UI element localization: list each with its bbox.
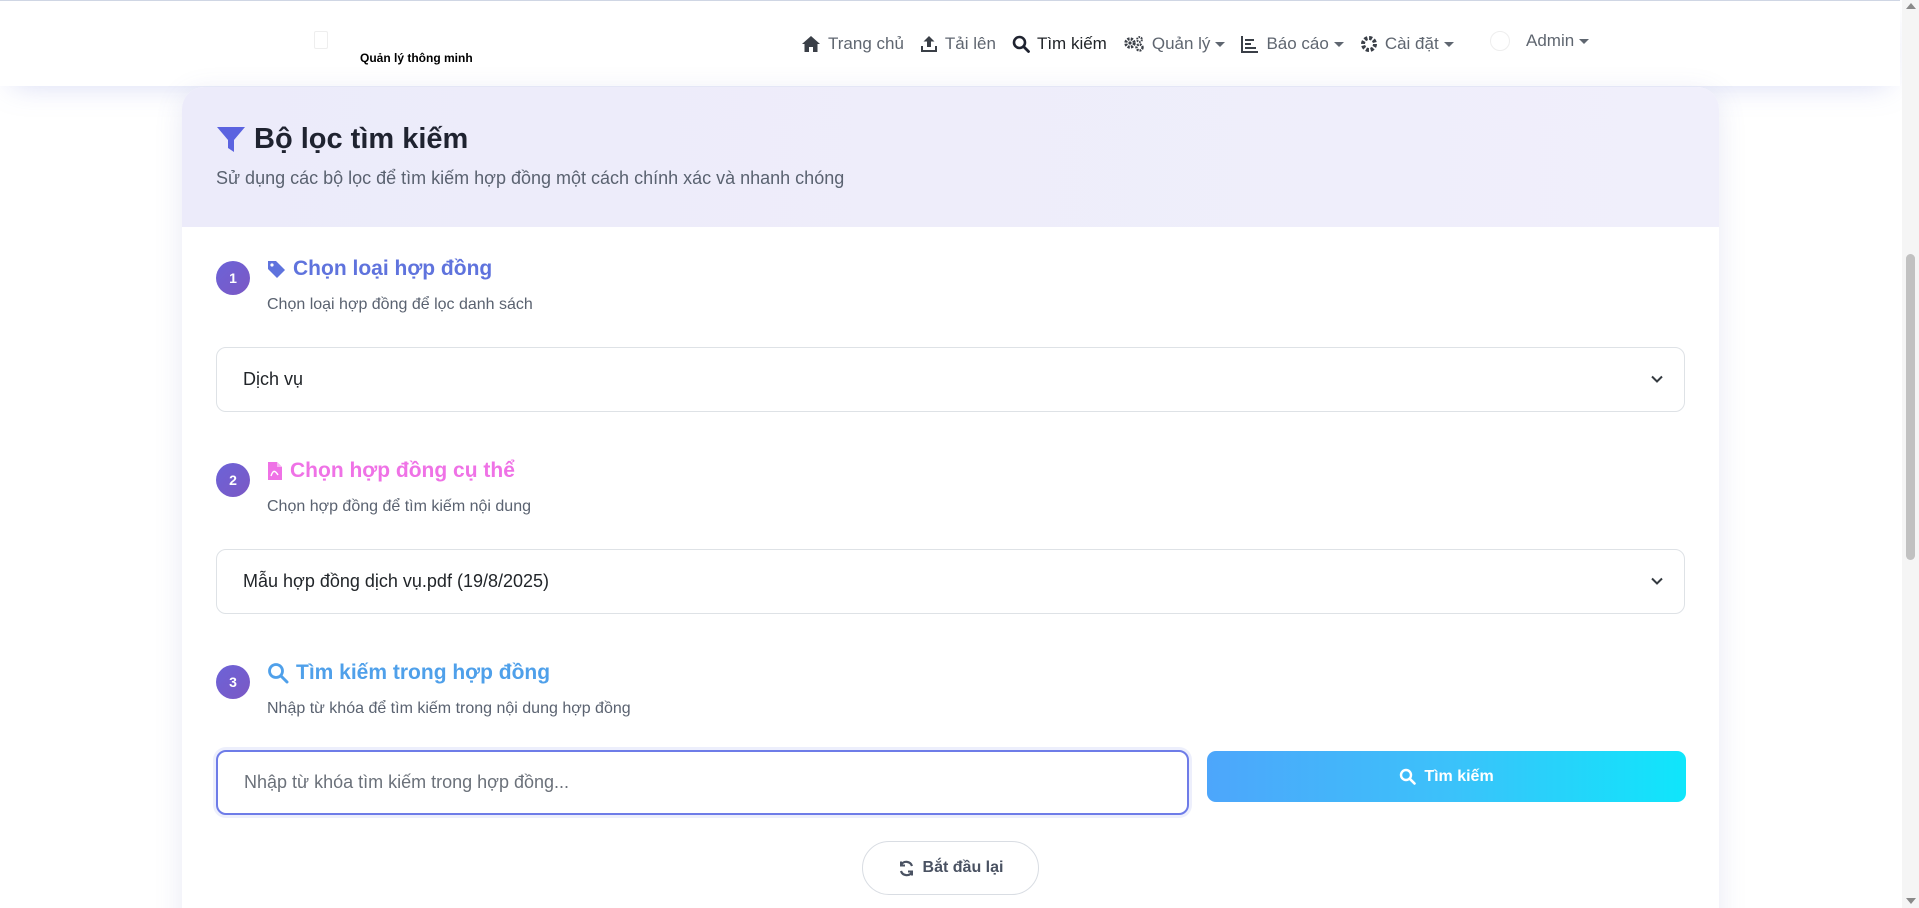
step-title: Chọn loại hợp đồng bbox=[267, 257, 492, 281]
refresh-icon bbox=[899, 860, 913, 876]
card-subtitle: Sử dụng các bộ lọc để tìm kiếm hợp đồng … bbox=[216, 168, 845, 188]
nav-label-upload: Tải lên bbox=[944, 34, 996, 53]
card-header: Bộ lọc tìm kiếm Sử dụng các bộ lọc để tì… bbox=[182, 87, 1719, 227]
step-number: 1 bbox=[216, 261, 250, 295]
gear-icon bbox=[1360, 36, 1377, 52]
nav-item-settings[interactable]: Cài đặt bbox=[1360, 34, 1454, 54]
search-icon bbox=[1012, 35, 1030, 53]
contract-select[interactable]: Mẫu hợp đồng dịch vụ.pdf (19/8/2025) bbox=[216, 549, 1685, 614]
nav-label-reports: Báo cáo bbox=[1266, 34, 1329, 53]
search-filter-card: Bộ lọc tìm kiếm Sử dụng các bộ lọc để tì… bbox=[182, 87, 1719, 908]
nav-item-reports[interactable]: Báo cáo bbox=[1241, 34, 1344, 54]
nav-label-search: Tìm kiếm bbox=[1036, 34, 1107, 53]
nav-label-manage: Quản lý bbox=[1151, 34, 1211, 53]
search-button-label: Tìm kiếm bbox=[1424, 767, 1494, 785]
chevron-down-icon bbox=[1579, 38, 1590, 44]
avatar bbox=[1490, 31, 1510, 51]
step-number: 2 bbox=[216, 463, 250, 497]
user-name: Admin bbox=[1526, 31, 1575, 50]
page: Quản lý thông minh Trang chủ Tải lên Tìm… bbox=[0, 0, 1919, 908]
step-title: Tìm kiếm trong hợp đồng bbox=[267, 661, 550, 685]
scrollbar-thumb[interactable] bbox=[1906, 254, 1915, 560]
step-number: 3 bbox=[216, 665, 250, 699]
user-menu[interactable]: Admin bbox=[1490, 31, 1590, 51]
keyword-search-input[interactable] bbox=[216, 750, 1189, 815]
tag-icon bbox=[268, 260, 285, 278]
step-description: Chọn hợp đồng để tìm kiếm nội dung bbox=[267, 498, 531, 515]
chevron-down-icon bbox=[1215, 41, 1226, 47]
reset-button[interactable]: Bắt đầu lại bbox=[862, 841, 1039, 895]
step-title-text: Tìm kiếm trong hợp đồng bbox=[296, 661, 551, 684]
contract-type-value: Dịch vụ bbox=[243, 369, 304, 389]
card-title: Bộ lọc tìm kiếm bbox=[216, 123, 1685, 156]
nav-item-home[interactable]: Trang chủ bbox=[801, 34, 904, 54]
gears-icon bbox=[1124, 36, 1144, 52]
home-icon bbox=[802, 36, 820, 52]
search-icon bbox=[1400, 768, 1417, 785]
card-title-text: Bộ lọc tìm kiếm bbox=[254, 123, 469, 155]
step-title-text: Chọn loại hợp đồng bbox=[293, 257, 493, 280]
chevron-down-icon bbox=[1651, 577, 1663, 585]
step-title-text: Chọn hợp đồng cụ thể bbox=[290, 459, 515, 482]
step-description: Chọn loại hợp đồng để lọc danh sách bbox=[267, 296, 533, 313]
nav-label-home: Trang chủ bbox=[828, 34, 904, 53]
filter-icon bbox=[217, 126, 245, 152]
reset-button-label: Bắt đầu lại bbox=[922, 859, 1004, 876]
scroll-up-arrow[interactable] bbox=[1906, 3, 1916, 9]
chevron-down-icon bbox=[1333, 41, 1344, 47]
main-nav: Trang chủ Tải lên Tìm kiếm Quản lý Báo c… bbox=[801, 31, 1470, 57]
nav-item-upload[interactable]: Tải lên bbox=[920, 34, 996, 54]
search-button[interactable]: Tìm kiếm bbox=[1207, 751, 1686, 802]
file-pdf-icon bbox=[268, 462, 282, 480]
upload-icon bbox=[920, 36, 937, 52]
nav-item-search[interactable]: Tìm kiếm bbox=[1012, 34, 1107, 54]
top-navbar: Quản lý thông minh Trang chủ Tải lên Tìm… bbox=[0, 0, 1900, 86]
scroll-down-arrow[interactable] bbox=[1906, 898, 1916, 904]
step-description: Nhập từ khóa để tìm kiếm trong nội dung … bbox=[267, 700, 631, 717]
brand-logo[interactable] bbox=[314, 31, 328, 49]
nav-label-settings: Cài đặt bbox=[1384, 34, 1439, 53]
chart-icon bbox=[1241, 36, 1259, 53]
chevron-down-icon bbox=[1443, 41, 1454, 47]
contract-value: Mẫu hợp đồng dịch vụ.pdf (19/8/2025) bbox=[243, 571, 550, 591]
contract-type-select[interactable]: Dịch vụ bbox=[216, 347, 1685, 412]
chevron-down-icon bbox=[1651, 375, 1663, 383]
search-icon bbox=[268, 663, 289, 684]
brand-subtitle[interactable]: Quản lý thông minh bbox=[360, 51, 473, 65]
step-title: Chọn hợp đồng cụ thể bbox=[267, 459, 515, 483]
nav-item-manage[interactable]: Quản lý bbox=[1123, 34, 1226, 54]
